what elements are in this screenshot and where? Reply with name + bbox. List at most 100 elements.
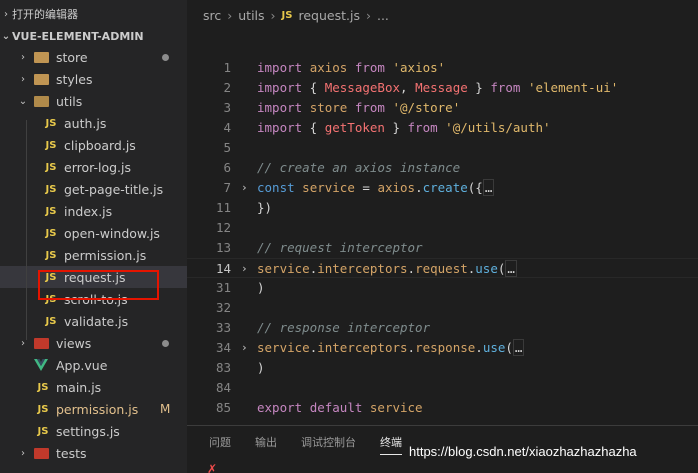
tree-item[interactable]: › store (0, 46, 187, 68)
code-line[interactable]: 31) (187, 278, 698, 298)
code-line[interactable]: 34 › service.interceptors.response.use(… (187, 338, 698, 358)
breadcrumb-utils[interactable]: utils (238, 8, 264, 23)
code-line[interactable]: 2 import { MessageBox, Message } from 'el… (187, 78, 698, 98)
code-token: . (407, 340, 416, 355)
tree-item[interactable]: JS scroll-to.js (0, 288, 187, 310)
code-token: service (369, 400, 423, 415)
line-number: 11 (215, 200, 231, 215)
tree-item[interactable]: JS open-window.js (0, 222, 187, 244)
fold-chevron-icon[interactable]: › (241, 178, 248, 198)
tree-item[interactable]: JS auth.js (0, 112, 187, 134)
fold-chevron-icon[interactable]: › (241, 338, 248, 358)
line-number: 31 (215, 280, 231, 295)
line-number: 3 (223, 100, 231, 115)
js-file-icon: JS (45, 249, 57, 261)
modified-dot-icon (162, 339, 169, 347)
folder-icon (34, 73, 49, 85)
chevron-right-icon[interactable]: › (18, 52, 28, 63)
line-number: 7 (223, 180, 231, 195)
line-number: 34 (215, 340, 231, 355)
tree-item[interactable]: JS permission.js M (0, 398, 187, 420)
js-file-icon: JS (37, 403, 49, 415)
js-file-icon: JS (45, 293, 57, 305)
tree-item-label: scroll-to.js (64, 291, 128, 307)
code-line[interactable]: 85 export default service (187, 398, 698, 418)
code-line[interactable]: 33 // response interceptor (187, 318, 698, 338)
tree-item[interactable]: JS clipboard.js (0, 134, 187, 156)
line-number: 12 (215, 220, 231, 235)
code-line[interactable]: 11}) (187, 198, 698, 218)
chevron-right-icon[interactable]: › (18, 448, 28, 459)
js-file-icon: JS (45, 227, 57, 239)
code-line[interactable]: 1 import axios from 'axios' (187, 58, 698, 78)
code-line[interactable]: 12 (187, 218, 698, 238)
code-text: // create an axios instance (257, 158, 460, 178)
code-token: }) (257, 200, 273, 215)
tree-item[interactable]: JS permission.js (0, 244, 187, 266)
code-text: ) (257, 278, 265, 298)
code-token: interceptors (317, 340, 408, 355)
tree-item-label: auth.js (64, 115, 107, 131)
code-token: getToken (324, 120, 385, 135)
js-file-icon: JS (37, 381, 49, 393)
fold-chevron-icon[interactable]: › (241, 259, 248, 279)
code-token: create (422, 180, 468, 195)
code-line[interactable]: 83) (187, 358, 698, 378)
breadcrumb-file[interactable]: request.js (298, 8, 359, 23)
tree-item-label: clipboard.js (64, 137, 136, 153)
tree-item[interactable]: › views (0, 332, 187, 354)
tree-item[interactable]: JS main.js (0, 376, 187, 398)
code-token: . (407, 261, 416, 276)
tree-item[interactable]: JS request.js (0, 266, 187, 288)
code-line[interactable]: 13 // request interceptor (187, 238, 698, 258)
folder-icon (34, 447, 49, 459)
tree-item[interactable]: App.vue (0, 354, 187, 376)
code-text: import axios from 'axios' (257, 58, 445, 78)
tree-item-label: views (56, 335, 92, 351)
open-editors-section-header[interactable]: › 打开的编辑器 (0, 3, 78, 25)
chevron-right-icon: › (365, 7, 371, 23)
chevron-down-icon[interactable]: ⌄ (18, 96, 28, 107)
code-token: ({ (467, 180, 483, 195)
code-token: // create an axios instance (257, 160, 461, 175)
code-editor[interactable]: 1 import axios from 'axios' 2 import { Mess… (187, 30, 698, 425)
breadcrumb-more[interactable]: ... (377, 8, 389, 23)
code-line[interactable]: 4 import { getToken } from '@/utils/auth' (187, 118, 698, 138)
tree-item[interactable]: JS get-page-title.js (0, 178, 187, 200)
line-number: 2 (223, 80, 231, 95)
code-token: 'axios' (392, 60, 446, 75)
tree-item-label: App.vue (56, 357, 108, 373)
code-line[interactable]: 3 import store from '@/store' (187, 98, 698, 118)
code-token: ) (257, 280, 265, 295)
breadcrumb-src[interactable]: src (203, 8, 221, 23)
chevron-right-icon[interactable]: › (18, 74, 28, 85)
project-section-header[interactable]: ⌄ VUE-ELEMENT-ADMIN (0, 25, 187, 47)
code-token: } (384, 120, 408, 135)
code-text: import { MessageBox, Message } from 'ele… (257, 78, 618, 98)
panel-tab[interactable]: 调试控制台 (301, 434, 356, 455)
code-token: request (415, 261, 468, 276)
code-token: … (482, 179, 495, 196)
code-line[interactable]: 14 › service.interceptors.request.use(… (187, 258, 698, 278)
tree-item[interactable]: JS error-log.js (0, 156, 187, 178)
tree-item-label: main.js (56, 379, 102, 395)
code-line[interactable]: 5 (187, 138, 698, 158)
panel-tab[interactable]: 输出 (255, 434, 277, 455)
tree-item[interactable]: JS settings.js (0, 420, 187, 442)
code-token: { (302, 120, 325, 135)
tree-item[interactable]: JS index.js (0, 200, 187, 222)
panel-tab[interactable]: 终端 (380, 434, 402, 455)
code-line[interactable]: 84 (187, 378, 698, 398)
code-line[interactable]: 6 // create an axios instance (187, 158, 698, 178)
js-file-icon: JS (45, 315, 57, 327)
code-line[interactable]: 32 (187, 298, 698, 318)
code-line[interactable]: 7 › const service = axios.create({… (187, 178, 698, 198)
tree-item[interactable]: ⌄ utils (0, 90, 187, 112)
tree-item[interactable]: JS validate.js (0, 310, 187, 332)
tree-item[interactable]: › tests (0, 442, 187, 464)
panel-tab[interactable]: 问题 (209, 434, 231, 455)
open-editors-label: 打开的编辑器 (12, 8, 78, 21)
js-file-icon: JS (45, 117, 57, 129)
tree-item[interactable]: › styles (0, 68, 187, 90)
